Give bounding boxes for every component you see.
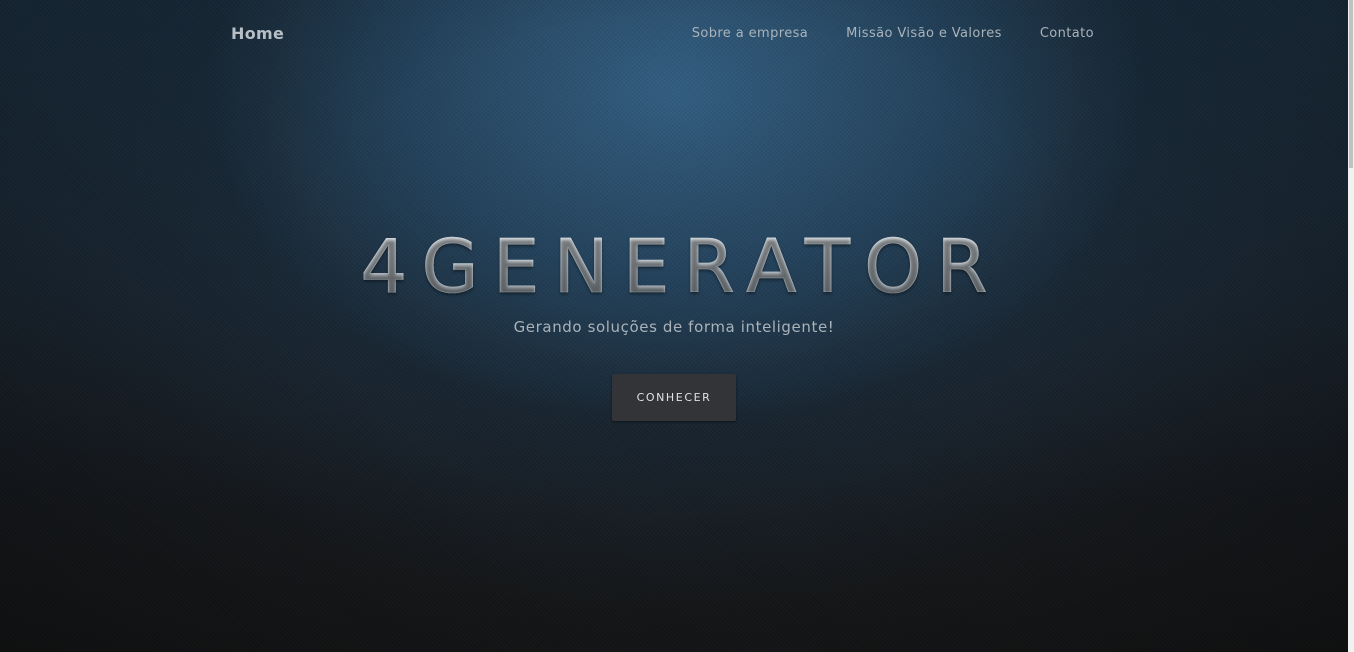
scrollbar-thumb[interactable] bbox=[1349, 0, 1353, 168]
landing-page: Home Sobre a empresa Missão Visão e Valo… bbox=[0, 0, 1354, 652]
top-navbar: Home Sobre a empresa Missão Visão e Valo… bbox=[0, 0, 1348, 68]
nav-link-missao-visao-valores[interactable]: Missão Visão e Valores bbox=[846, 26, 1002, 41]
nav-home-link[interactable]: Home bbox=[231, 24, 284, 43]
hero-subtitle: Gerando soluções de forma inteligente! bbox=[513, 318, 835, 336]
hero-content: 4GENERATOR Gerando soluções de forma int… bbox=[0, 222, 1348, 421]
nav-link-contato[interactable]: Contato bbox=[1040, 26, 1094, 41]
page-scrollbar[interactable] bbox=[1348, 0, 1354, 652]
nav-links: Sobre a empresa Missão Visão e Valores C… bbox=[692, 26, 1094, 41]
hero-title: 4GENERATOR bbox=[0, 222, 1348, 312]
nav-link-sobre-a-empresa[interactable]: Sobre a empresa bbox=[692, 26, 808, 41]
conhecer-button[interactable]: CONHECER bbox=[612, 374, 736, 421]
